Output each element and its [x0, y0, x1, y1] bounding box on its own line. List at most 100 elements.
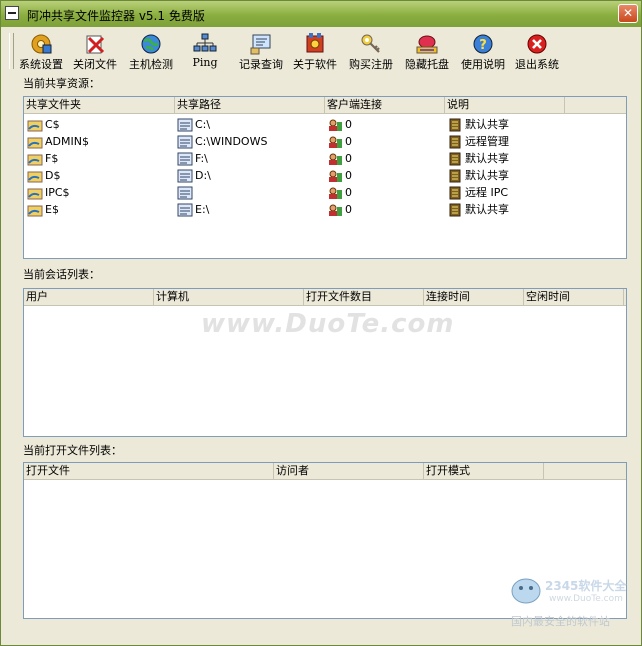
col-share-path[interactable]: 共享路径 [175, 97, 325, 113]
description-icon [449, 186, 461, 200]
description-icon [449, 152, 461, 166]
share-path: C:\WINDOWS [195, 135, 268, 148]
system-menu-icon[interactable] [5, 6, 19, 20]
share-path: E:\ [195, 203, 210, 216]
share-path: D:\ [195, 169, 211, 182]
col-idle-time[interactable]: 空闲时间 [524, 289, 624, 305]
register-button[interactable]: 购买注册 [345, 33, 397, 73]
share-row[interactable]: D$ D:\ 0 默认共享 [24, 167, 626, 184]
openfiles-header: 打开文件 访问者 打开模式 [24, 463, 626, 480]
settings-icon [31, 34, 52, 54]
share-path: C:\ [195, 118, 211, 131]
window-title: 阿冲共享文件监控器 v5.1 免费版 [27, 9, 205, 23]
description-icon [449, 135, 461, 149]
shared-folder-icon [27, 137, 43, 149]
shared-folder-icon [27, 154, 43, 166]
tray-icon [416, 35, 438, 54]
sessions-header: 用户 计算机 打开文件数目 连接时间 空闲时间 [24, 289, 626, 306]
help-icon: ? [473, 34, 493, 54]
shared-folder-icon [27, 120, 43, 132]
about-button[interactable]: 关于软件 [289, 33, 341, 73]
shares-header: 共享文件夹 共享路径 客户端连接 说明 [24, 97, 626, 114]
brand-url: www.DuoTe.com [549, 594, 623, 604]
share-row[interactable]: F$ F:\ 0 默认共享 [24, 150, 626, 167]
description-icon [449, 169, 461, 183]
svg-text:?: ? [479, 38, 487, 53]
client-icon [329, 170, 342, 182]
brand-text: 2345软件大全 [545, 579, 627, 593]
path-icon [177, 152, 193, 166]
ping-button[interactable]: Ping [185, 33, 225, 73]
client-count: 0 [345, 152, 352, 165]
col-description[interactable]: 说明 [445, 97, 565, 113]
title-bar[interactable]: 阿冲共享文件监控器 v5.1 免费版 ✕ [1, 1, 641, 27]
client-count: 0 [345, 135, 352, 148]
col-client-connections[interactable]: 客户端连接 [325, 97, 445, 113]
client-icon [329, 153, 342, 165]
settings-button[interactable]: 系统设置 [15, 33, 67, 73]
shared-folder-icon [27, 205, 43, 217]
col-connect-time[interactable]: 连接时间 [424, 289, 524, 305]
col-computer[interactable]: 计算机 [154, 289, 304, 305]
key-icon [361, 34, 380, 53]
col-open-mode[interactable]: 打开模式 [424, 463, 544, 479]
watermark-text: www.DuoTe.com [201, 309, 455, 339]
col-open-file[interactable]: 打开文件 [24, 463, 274, 479]
corner-watermark: 2345软件大全 www.DuoTe.com 国内最安全的软件站 [509, 575, 639, 631]
path-icon [177, 118, 193, 132]
share-row[interactable]: C$ C:\ 0 默认共享 [24, 116, 626, 133]
close-window-button[interactable]: ✕ [618, 4, 638, 23]
help-button[interactable]: ? 使用说明 [457, 33, 509, 73]
client-icon [329, 187, 342, 199]
share-name: F$ [45, 152, 59, 165]
log-query-button[interactable]: 记录查询 [235, 33, 287, 73]
host-detect-button[interactable]: 主机检测 [125, 33, 177, 73]
exit-button[interactable]: 退出系统 [511, 33, 563, 73]
close-file-icon [86, 35, 105, 54]
col-accessor[interactable]: 访问者 [274, 463, 424, 479]
share-path: F:\ [195, 152, 208, 165]
col-share-folder[interactable]: 共享文件夹 [24, 97, 175, 113]
share-name: C$ [45, 118, 60, 131]
client-icon [329, 136, 342, 148]
mascot-icon [511, 578, 541, 604]
description-icon [449, 203, 461, 217]
main-window: 阿冲共享文件监控器 v5.1 免费版 ✕ 系统设置 关闭文件 主机检测 Ping… [0, 0, 642, 646]
hide-tray-button[interactable]: 隐藏托盘 [401, 33, 453, 73]
close-file-button[interactable]: 关闭文件 [69, 33, 121, 73]
path-icon [177, 186, 193, 200]
client-icon [329, 204, 342, 216]
network-icon [193, 33, 217, 52]
path-icon [177, 203, 193, 217]
share-description: 远程管理 [465, 135, 509, 148]
share-name: D$ [45, 169, 61, 182]
log-icon [250, 34, 271, 55]
description-icon [449, 118, 461, 132]
col-open-file-count[interactable]: 打开文件数目 [304, 289, 424, 305]
share-name: IPC$ [45, 186, 70, 199]
sessions-section-label: 当前会话列表： [23, 268, 100, 281]
client-count: 0 [345, 203, 352, 216]
brand-slogan: 国内最安全的软件站 [511, 615, 610, 628]
path-icon [177, 135, 193, 149]
client-count: 0 [345, 118, 352, 131]
share-description: 远程 IPC [465, 186, 509, 199]
path-icon [177, 169, 193, 183]
openfiles-section-label: 当前打开文件列表： [23, 444, 122, 457]
share-description: 默认共享 [465, 152, 509, 165]
shared-folder-icon [27, 171, 43, 183]
toolbar-grip[interactable] [9, 33, 14, 69]
exit-icon [527, 34, 547, 54]
about-icon [306, 33, 324, 53]
shares-section-label: 当前共享资源： [23, 77, 100, 90]
shares-list[interactable]: 共享文件夹 共享路径 客户端连接 说明 C$ C:\ 0 默认共享 ADMIN$… [23, 96, 627, 259]
col-user[interactable]: 用户 [24, 289, 154, 305]
share-name: ADMIN$ [45, 135, 89, 148]
globe-icon [141, 34, 161, 54]
share-row[interactable]: IPC$ 0 远程 IPC [24, 184, 626, 201]
share-description: 默认共享 [465, 203, 509, 216]
share-description: 默认共享 [465, 169, 509, 182]
share-row[interactable]: E$ E:\ 0 默认共享 [24, 201, 626, 218]
client-count: 0 [345, 169, 352, 182]
share-row[interactable]: ADMIN$ C:\WINDOWS 0 远程管理 [24, 133, 626, 150]
